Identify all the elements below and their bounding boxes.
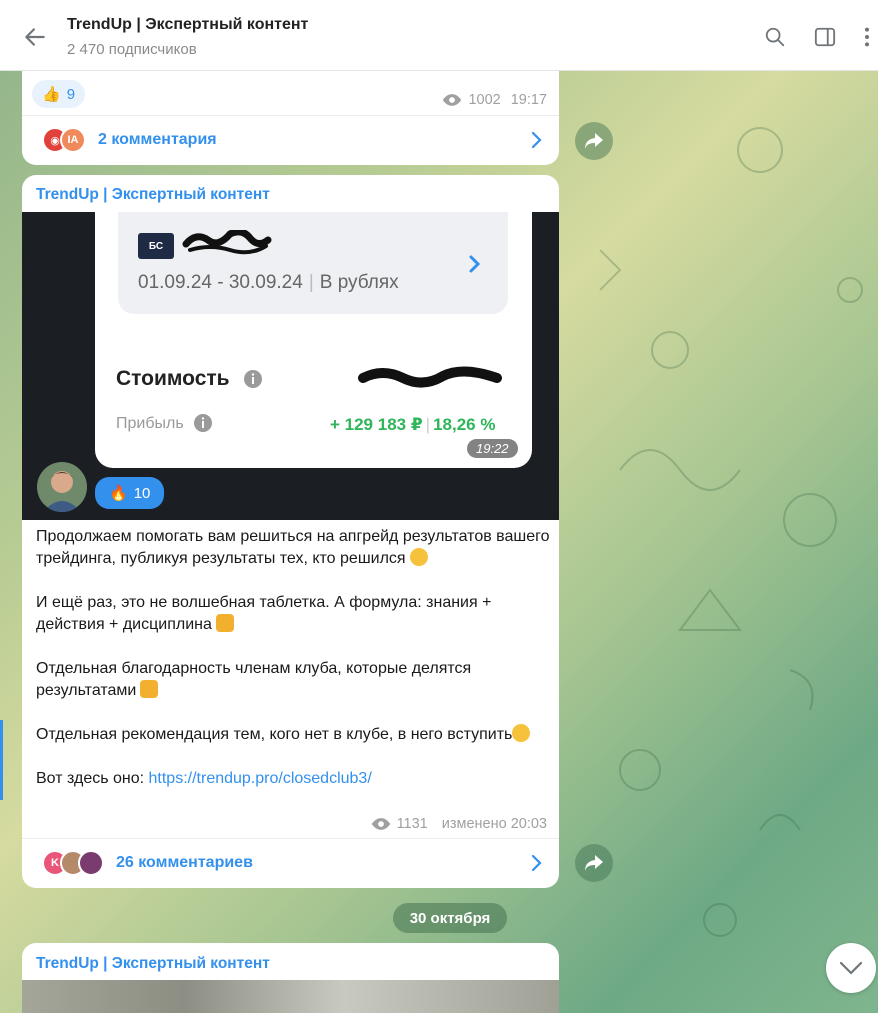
profit-rub: + 129 183 ₽	[330, 415, 423, 434]
channel-title[interactable]: TrendUp | Экспертный контент	[67, 16, 308, 34]
message-bubble[interactable]: TrendUp | Экспертный контент БС 01.09.24…	[22, 175, 559, 888]
chevron-right-icon	[469, 255, 481, 273]
fire-icon: 🔥	[109, 485, 128, 502]
message-meta: 1002 19:17	[442, 92, 547, 108]
cost-label: Стоимость	[116, 367, 230, 390]
handshake-emoji-icon	[140, 680, 159, 698]
comments-link[interactable]: K 26 комментариев	[22, 838, 559, 888]
sender-name[interactable]: TrendUp | Экспертный контент	[36, 186, 270, 204]
sidebar-toggle-icon[interactable]	[814, 26, 836, 48]
thumbs-up-icon: 👍	[42, 86, 61, 103]
date-range: 01.09.24 - 30.09.24 | В рублях	[138, 272, 399, 293]
share-arrow-icon	[585, 855, 603, 871]
scroll-indicator	[0, 720, 3, 800]
reaction-count: 10	[133, 484, 151, 502]
screenshot-card: БС 01.09.24 - 30.09.24 | В рублях Стоимост…	[95, 212, 532, 468]
subscriber-count: 2 470 подписчиков	[67, 41, 197, 58]
message-time: 19:17	[510, 92, 547, 108]
share-button[interactable]	[575, 844, 613, 882]
chat-header: TrendUp | Экспертный контент 2 470 подпи…	[0, 0, 878, 71]
reaction-count: 9	[66, 85, 76, 103]
comments-label[interactable]: 2 комментария	[98, 131, 217, 149]
commenter-avatars: ◉ IA	[42, 127, 86, 153]
account-block: БС 01.09.24 - 30.09.24 | В рублях	[118, 212, 508, 314]
avatar[interactable]	[37, 462, 87, 512]
chevron-right-icon	[531, 854, 542, 872]
message-bubble[interactable]: TrendUp | Экспертный контент	[22, 943, 559, 1013]
avatar: IA	[60, 127, 86, 153]
redaction-scribble	[358, 366, 502, 388]
media-time-badge: 19:22	[467, 439, 518, 458]
eye-icon	[443, 94, 462, 106]
message-text: Продолжаем помогать вам решиться на апгр…	[36, 526, 551, 812]
paragraph: И ещё раз, это не волшебная таблетка. А …	[36, 594, 492, 633]
eye-icon	[371, 818, 390, 830]
info-icon	[194, 414, 212, 432]
chevron-down-icon	[839, 961, 863, 975]
profit-pct: 18,26 %	[433, 415, 496, 434]
media-image[interactable]: БС 01.09.24 - 30.09.24 | В рублях Стоимост…	[22, 212, 559, 520]
media-image[interactable]	[22, 980, 559, 1013]
comments-link[interactable]: ◉ IA 2 комментария	[22, 115, 559, 165]
back-arrow-icon[interactable]	[22, 24, 48, 50]
reaction-button[interactable]: 👍 9	[32, 80, 86, 108]
flexed-biceps-emoji-icon	[215, 614, 234, 632]
more-vertical-icon[interactable]	[860, 26, 874, 48]
avatar-photo	[37, 462, 87, 512]
club-link[interactable]: https://trendup.pro/closedclub3/	[149, 770, 372, 787]
avatar	[78, 850, 104, 876]
edited-time: изменено 20:03	[441, 816, 547, 832]
paragraph: Отдельная рекомендация тем, кого нет в к…	[36, 726, 513, 743]
paragraph: Продолжаем помогать вам решиться на апгр…	[36, 528, 550, 567]
currency-text: В рублях	[319, 272, 399, 293]
redaction-scribble	[182, 230, 272, 255]
commenter-avatars: K	[42, 850, 104, 876]
laughing-emoji-icon	[409, 548, 428, 566]
share-arrow-icon	[585, 133, 603, 149]
sender-name[interactable]: TrendUp | Экспертный контент	[36, 955, 270, 973]
view-count: 1131	[396, 816, 428, 832]
grinning-emoji-icon	[512, 724, 531, 742]
paragraph: Вот здесь оно:	[36, 770, 149, 787]
chevron-right-icon	[531, 131, 542, 149]
broker-badge: БС	[138, 233, 174, 259]
reaction-button[interactable]: 🔥 10	[95, 477, 165, 509]
view-count: 1002	[468, 92, 501, 108]
comments-label[interactable]: 26 комментариев	[116, 854, 253, 872]
share-button[interactable]	[575, 122, 613, 160]
profit-label: Прибыль	[116, 415, 184, 432]
date-separator: 30 октября	[393, 903, 507, 933]
profit-value: + 129 183 ₽ | 18,26 %	[330, 415, 496, 434]
info-icon	[244, 370, 262, 388]
message-meta: 1131 изменено 20:03	[371, 816, 547, 832]
date-range-text: 01.09.24 - 30.09.24	[138, 272, 303, 293]
search-icon[interactable]	[764, 26, 786, 48]
paragraph: Отдельная благодарность членам клуба, ко…	[36, 660, 472, 699]
scroll-down-button[interactable]	[826, 943, 876, 993]
